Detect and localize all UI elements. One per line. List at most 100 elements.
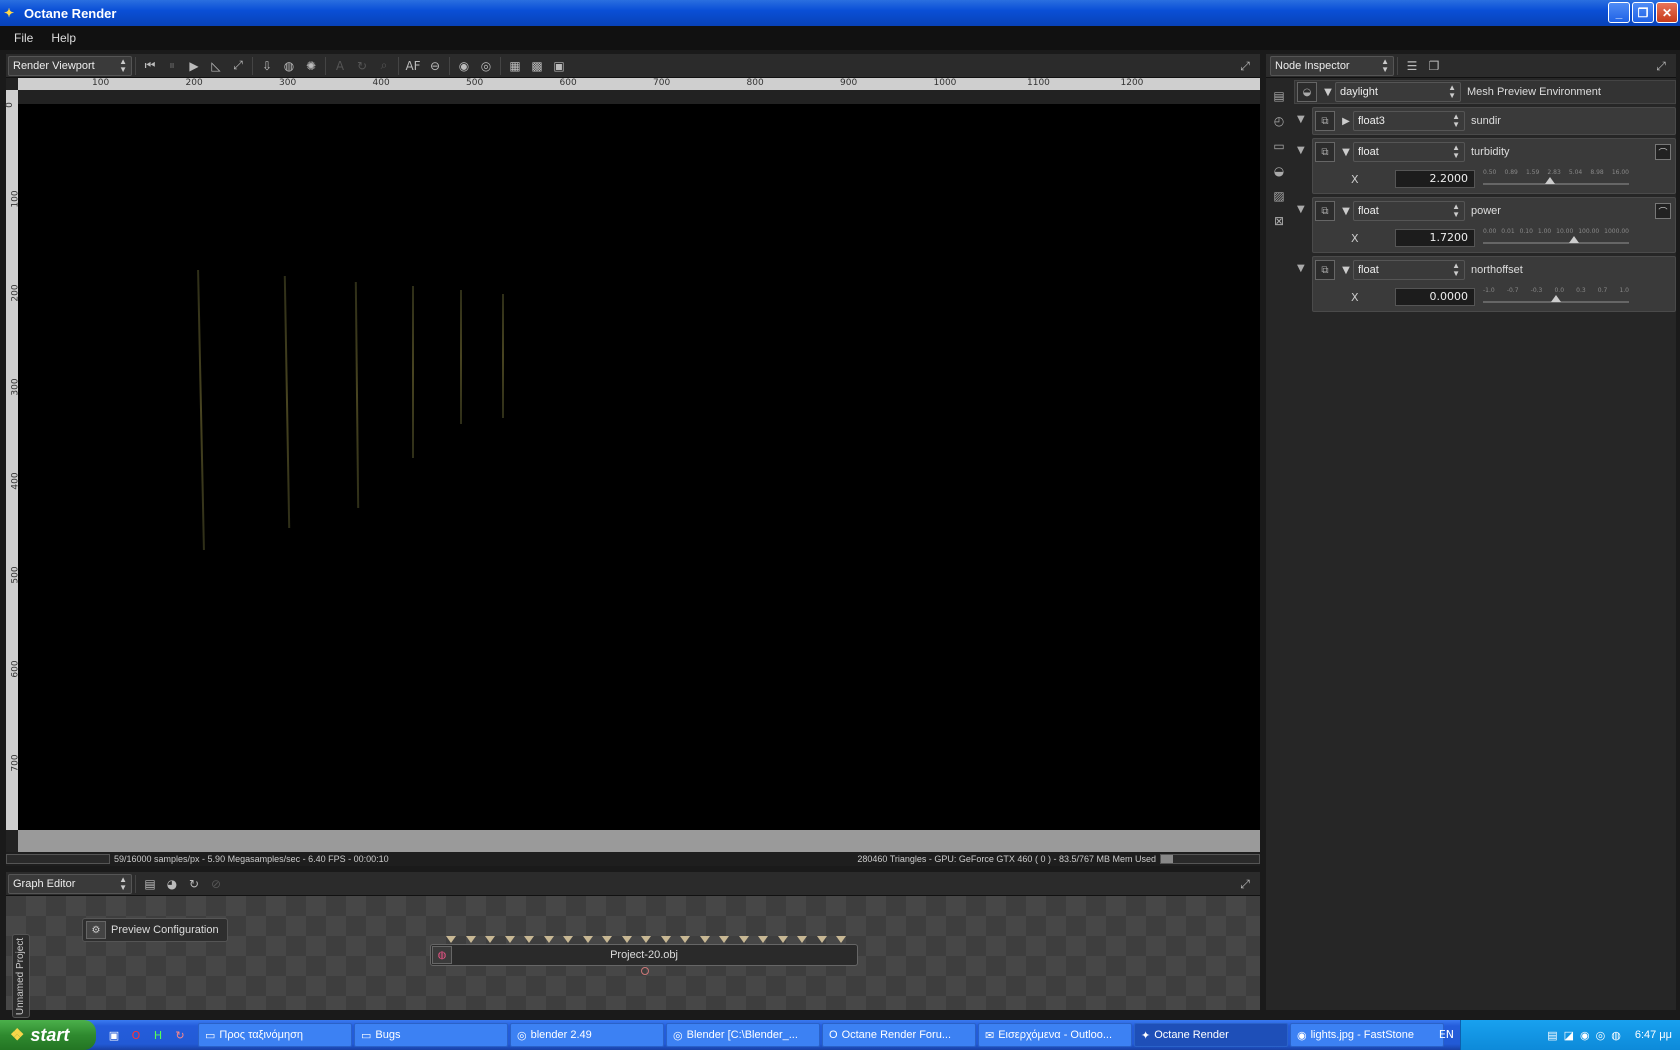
taskbar-button[interactable]: O Octane Render Foru... [822, 1023, 976, 1047]
mesh-icon[interactable]: ⊠ [1268, 210, 1290, 232]
auto-focus-icon[interactable]: A [329, 55, 351, 77]
preview-config-icon[interactable]: ▤ [1268, 85, 1290, 107]
pause-icon[interactable]: ⏸ [161, 55, 183, 77]
tray-volume-icon[interactable]: ◉ [1580, 1029, 1590, 1042]
pick-light-icon[interactable]: ✺ [300, 55, 322, 77]
ruler-icon[interactable]: ◺ [205, 55, 227, 77]
render-canvas[interactable] [18, 104, 1260, 830]
tray-antivirus-icon[interactable]: ◎ [1596, 1029, 1606, 1042]
play-icon[interactable]: ▶ [183, 55, 205, 77]
input-pin[interactable] [680, 936, 690, 943]
taskbar-button[interactable]: ◎ Blender [C:\Blender_... [666, 1023, 820, 1047]
restart-render-icon[interactable]: ⏮ [139, 55, 161, 77]
environment-icon[interactable]: ◒ [1268, 160, 1290, 182]
input-pin[interactable] [621, 936, 632, 943]
taskbar-button[interactable]: ✉ Εισερχόμενα - Outloo... [978, 1023, 1132, 1047]
refresh-icon[interactable]: ↻ [172, 1027, 188, 1043]
mesh-node[interactable]: ◍ Project-20.obj [430, 944, 858, 966]
rotate-camera-icon[interactable]: ↻ [351, 55, 373, 77]
node-type-select[interactable]: float ▲ ▼ [1353, 260, 1465, 280]
save-render-icon[interactable]: ◉ [453, 55, 475, 77]
show-desktop-icon[interactable]: ▣ [106, 1027, 122, 1043]
environment-node-icon[interactable]: ◒ [1297, 82, 1317, 102]
export-passes-icon[interactable]: ◎ [475, 55, 497, 77]
reload-mesh-icon[interactable]: ↻ [183, 873, 205, 895]
tray-folder-icon[interactable]: ◪ [1564, 1029, 1574, 1042]
tray-network-icon[interactable]: ▤ [1547, 1029, 1557, 1042]
project-tab[interactable]: Unnamed Project [12, 934, 30, 1018]
taskbar-button[interactable]: ▭ Bugs [354, 1023, 508, 1047]
collapse-all-icon[interactable]: ❐ [1423, 55, 1445, 77]
input-pin[interactable] [758, 936, 768, 943]
curve-icon[interactable]: ⌒ [1655, 144, 1671, 160]
collapse-triangle-icon[interactable]: ▼ [1297, 114, 1305, 125]
maximize-panel-icon[interactable]: ⤢ [1234, 55, 1256, 77]
preview-configuration-node[interactable]: ⚙ Preview Configuration [82, 918, 228, 942]
app-h-icon[interactable]: H [150, 1027, 166, 1043]
panel-mode-select[interactable]: Render Viewport ▲ ▼ [8, 55, 132, 76]
checker-icon[interactable]: ▩ [526, 55, 548, 77]
inspector-mode-select[interactable]: Node Inspector ▲ ▼ [1270, 55, 1394, 76]
input-pin[interactable] [660, 936, 671, 943]
render-scroll-area[interactable] [18, 830, 1260, 852]
input-pin[interactable] [816, 936, 827, 943]
input-pin[interactable] [641, 936, 651, 943]
input-pin[interactable] [836, 936, 846, 943]
graph-mode-select[interactable]: Graph Editor ▲ ▼ [8, 873, 132, 894]
input-pin[interactable] [738, 936, 749, 943]
graph-icon[interactable]: ⧉ [1315, 111, 1335, 131]
input-pin[interactable] [719, 936, 729, 943]
expand-all-icon[interactable]: ☰ [1401, 55, 1423, 77]
input-pin[interactable] [699, 936, 710, 943]
input-pin[interactable] [797, 936, 807, 943]
taskbar-button[interactable]: ▭ Προς ταξινόμηση [198, 1023, 352, 1047]
maximize-button[interactable]: ❐ [1632, 2, 1654, 23]
camera-icon[interactable]: ◴ [1268, 110, 1290, 132]
imager-icon[interactable]: ▨ [1268, 185, 1290, 207]
expand-triangle-icon[interactable]: ▶ [1339, 116, 1353, 127]
collapse-triangle-icon[interactable]: ▼ [1297, 204, 1305, 215]
slider-thumb[interactable] [1545, 177, 1556, 184]
power-slider[interactable]: 0.00 0.01 0.10 1.00 10.00 100.00 1000.00 [1483, 226, 1629, 250]
taskbar-button[interactable]: ◉ lights.jpg - FastStone [1290, 1023, 1444, 1047]
collapse-triangle-icon[interactable]: ▼ [1297, 145, 1305, 156]
power-value-field[interactable]: 1.7200 [1395, 229, 1475, 247]
northoffset-slider[interactable]: -1.0 -0.7 -0.3 0.0 0.3 0.7 1.0 [1483, 285, 1629, 309]
kernel-icon[interactable]: ▭ [1268, 135, 1290, 157]
curve-icon[interactable]: ⌒ [1655, 203, 1671, 219]
load-project-icon[interactable]: ▤ [139, 873, 161, 895]
node-type-select[interactable]: float3 ▲ ▼ [1353, 111, 1465, 131]
language-indicator[interactable]: EN [1439, 1028, 1454, 1041]
taskbar-button[interactable]: ◎ blender 2.49 [510, 1023, 664, 1047]
af-button[interactable]: AF [402, 55, 424, 77]
stereo-icon[interactable]: ⊖ [424, 55, 446, 77]
input-pin[interactable] [777, 936, 788, 943]
input-pin[interactable] [504, 936, 515, 943]
zoom-camera-icon[interactable]: ⌕ [373, 55, 395, 77]
node-type-select[interactable]: float ▲ ▼ [1353, 142, 1465, 162]
slider-thumb[interactable] [1568, 236, 1579, 243]
close-button[interactable]: ✕ [1656, 2, 1678, 23]
pick-material-icon[interactable]: ◍ [278, 55, 300, 77]
taskbar-button[interactable]: ✦ Octane Render [1134, 1023, 1288, 1047]
fit-view-icon[interactable]: ⤢ [227, 55, 249, 77]
graph-icon[interactable]: ⧉ [1315, 142, 1335, 162]
tray-update-icon[interactable]: ◍ [1611, 1029, 1621, 1042]
input-pin[interactable] [543, 936, 554, 943]
input-pin[interactable] [465, 936, 476, 943]
input-pin[interactable] [602, 936, 612, 943]
add-mesh-icon[interactable]: ◕ [161, 873, 183, 895]
graph-icon[interactable]: ⧉ [1315, 201, 1335, 221]
collapse-triangle-icon[interactable]: ▼ [1339, 265, 1353, 276]
node-type-select[interactable]: float ▲ ▼ [1353, 201, 1465, 221]
turbidity-slider[interactable]: 0.50 0.89 1.59 2.83 5.04 8.98 16.00 [1483, 167, 1629, 191]
menu-help[interactable]: Help [45, 29, 82, 47]
collapse-triangle-icon[interactable]: ▼ [1321, 87, 1335, 98]
slider-thumb[interactable] [1551, 295, 1561, 302]
graph-canvas[interactable]: Unnamed Project ⚙ Preview Configuration … [6, 896, 1260, 1018]
start-button[interactable]: ❖ start [0, 1020, 96, 1050]
environment-type-select[interactable]: daylight ▲ ▼ [1335, 82, 1461, 102]
maximize-panel-icon[interactable]: ⤢ [1234, 873, 1256, 895]
input-pin[interactable] [563, 936, 573, 943]
input-pin[interactable] [485, 936, 495, 943]
